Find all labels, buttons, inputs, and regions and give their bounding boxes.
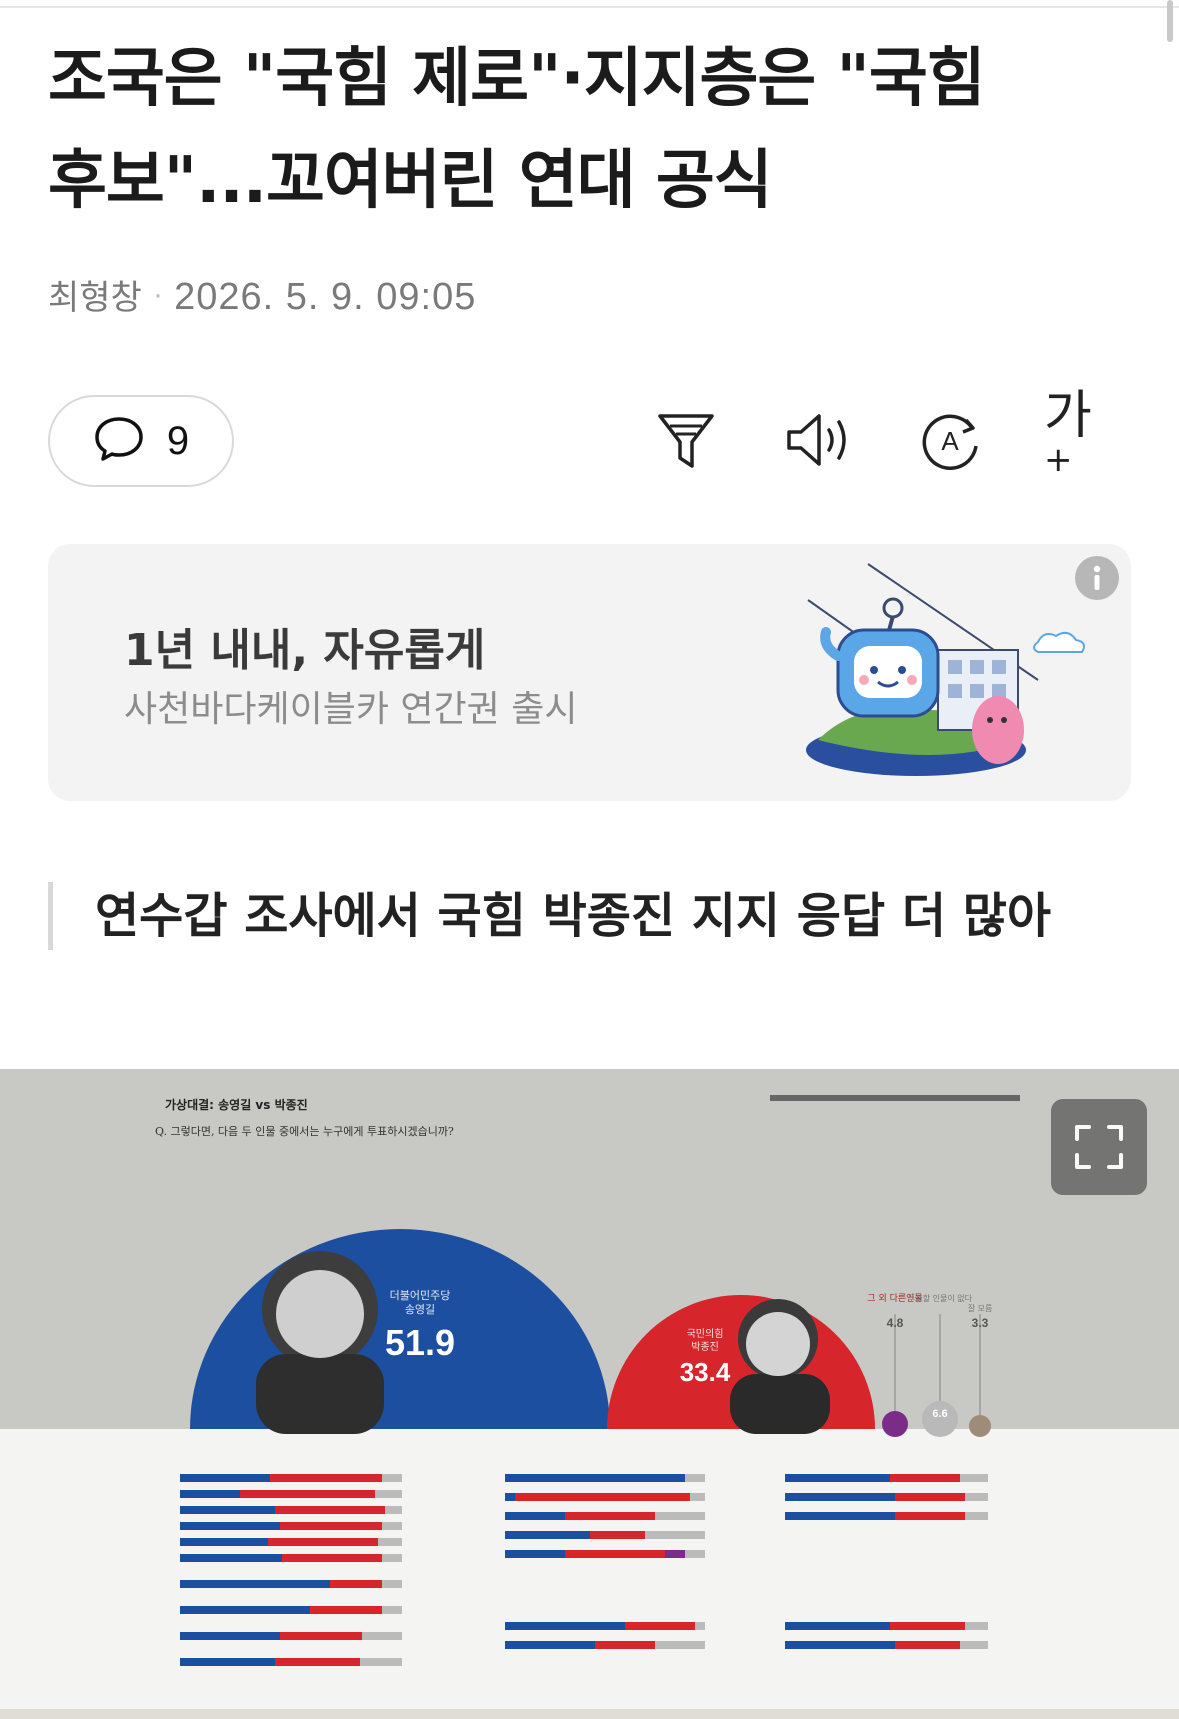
dk-value: 3.3 [972,1316,989,1330]
scrollbar-thumb[interactable] [1167,0,1173,42]
speaker-icon [783,408,853,476]
translate-button[interactable]: A [912,404,988,480]
translate-icon: A [916,406,984,478]
dk-label: 잘 모름 [968,1304,993,1313]
candidate1-party: 더불어민주당 [390,1289,451,1302]
cable-car-mascot-illustration [738,560,1108,792]
candidate2-name: 박종진 [691,1341,719,1353]
candidate1-value: 51.9 [385,1322,455,1363]
comment-button[interactable]: 9 [48,395,234,487]
listen-button[interactable] [780,404,856,480]
filter-icon [654,408,718,476]
top-divider [0,6,1179,8]
svg-text:A: A [941,426,959,456]
expand-icon [1051,1125,1147,1199]
font-size-icon: 가+ [1044,386,1092,481]
font-size-button[interactable]: 가+ [1044,386,1120,480]
candidate1-name: 송영길 [405,1303,435,1316]
publish-date: 2026. 5. 9. 09:05 [174,276,477,318]
other-dot [882,1411,908,1437]
author-name[interactable]: 최형창 [48,278,142,318]
candidate2-value: 33.4 [680,1357,731,1387]
comment-count: 9 [166,418,190,463]
candidate2-party: 국민의힘 [687,1328,724,1340]
ad-subtitle: 사천바다케이블카 연간권 출시 [124,689,578,730]
headline-line-2: 후보"...꼬여버린 연대 공식 [48,144,773,218]
expand-image-button[interactable] [1051,1099,1147,1195]
ad-title: 1년 내내, 자유롭게 [124,625,486,676]
none-value: 6.6 [932,1408,947,1420]
article-headline: 조국은 "국힘 제로"·지지층은 "국힘 후보"...꼬여버린 연대 공식 [48,28,1128,232]
byline-separator: · [153,282,163,312]
poll-infographic-image[interactable]: 가상대결: 송영길 vs 박종진 Q. 그렇다면, 다음 두 인물 중에서는 누… [0,1069,1179,1719]
infographic-title: 가상대결: 송영길 vs 박종진 [165,1097,308,1112]
other-value: 4.8 [887,1316,904,1330]
none-label: 투표할 인물이 없다 [908,1293,973,1303]
dk-dot [969,1415,991,1437]
article-subheading: 연수갑 조사에서 국힘 박종진 지지 응답 더 많아 [48,882,1051,950]
infographic-question: Q. 그렇다면, 다음 두 인물 중에서는 누구에게 투표하시겠습니까? [155,1124,454,1138]
filter-button[interactable] [648,404,724,480]
comment-bubble-icon [93,415,145,467]
byline: 최형창 · 2026. 5. 9. 09:05 [48,270,476,319]
headline-line-1: 조국은 "국힘 제로"·지지층은 "국힘 [48,42,986,116]
ad-banner[interactable]: 1년 내내, 자유롭게 사천바다케이블카 연간권 출시 [48,544,1131,801]
